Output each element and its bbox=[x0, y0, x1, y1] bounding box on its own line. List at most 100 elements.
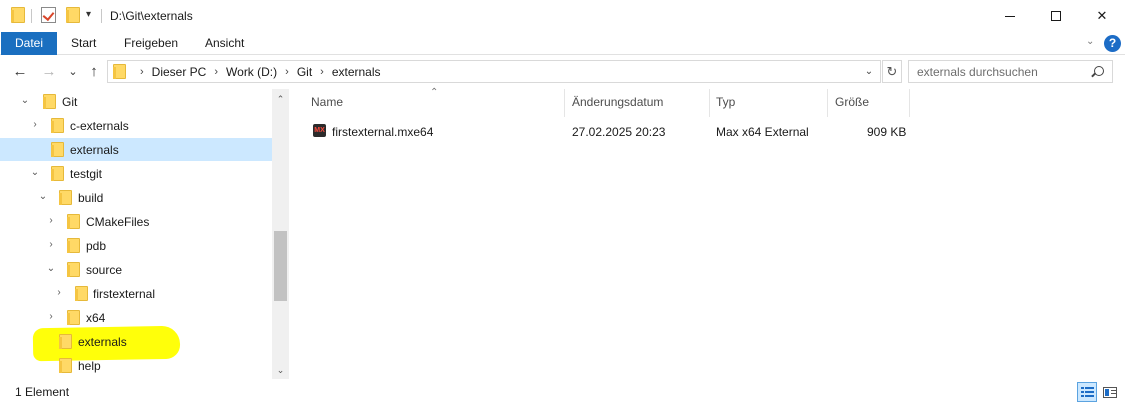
folder-icon bbox=[67, 310, 80, 325]
tree-item-testgit[interactable]: ⌄ testgit bbox=[0, 162, 272, 185]
tree-item-source[interactable]: ⌄ source bbox=[0, 258, 272, 281]
chevron-right-icon: › bbox=[214, 66, 219, 78]
folder-icon bbox=[75, 286, 88, 301]
search-placeholder: externals durchsuchen bbox=[917, 65, 1038, 79]
tree-item-c-externals[interactable]: › c-externals bbox=[0, 114, 272, 137]
breadcrumb-git[interactable]: Git bbox=[297, 65, 312, 79]
tree-item-externals-highlighted[interactable]: externals bbox=[0, 330, 272, 353]
forward-button[interactable]: → bbox=[41, 63, 57, 81]
minimize-icon bbox=[1005, 15, 1015, 17]
folder-icon bbox=[67, 262, 80, 277]
large-icons-view-icon bbox=[1103, 387, 1117, 398]
chevron-down-icon[interactable]: ⌄ bbox=[20, 96, 30, 106]
search-input[interactable]: externals durchsuchen bbox=[908, 60, 1113, 83]
folder-icon bbox=[59, 190, 72, 205]
details-view-button[interactable] bbox=[1077, 382, 1097, 402]
tab-start[interactable]: Start bbox=[57, 32, 110, 55]
column-header-type[interactable]: Typ bbox=[716, 95, 735, 109]
maximize-button[interactable] bbox=[1033, 0, 1079, 32]
details-view-icon bbox=[1081, 387, 1094, 398]
tree-item-label: help bbox=[78, 359, 101, 373]
item-count: 1 Element bbox=[15, 385, 70, 399]
address-bar[interactable]: › Dieser PC › Work (D:) › Git › external… bbox=[107, 60, 881, 83]
column-divider[interactable] bbox=[827, 89, 828, 117]
chevron-right-icon: › bbox=[320, 66, 324, 78]
tab-file[interactable]: Datei bbox=[1, 32, 57, 55]
quick-access-dropdown-icon[interactable]: ▾ bbox=[86, 9, 91, 20]
tree-item-firstexternal[interactable]: › firstexternal bbox=[0, 282, 272, 305]
chevron-down-icon[interactable]: ⌄ bbox=[38, 192, 48, 202]
chevron-right-icon[interactable]: › bbox=[54, 288, 64, 298]
breadcrumb-this-pc[interactable]: Dieser PC bbox=[152, 65, 207, 79]
tree-item-pdb[interactable]: › pdb bbox=[0, 234, 272, 257]
column-divider[interactable] bbox=[709, 89, 710, 117]
breadcrumb-externals[interactable]: externals bbox=[332, 65, 381, 79]
tree-item-label: Git bbox=[62, 95, 78, 109]
tree-item-label: pdb bbox=[86, 239, 107, 253]
close-icon: ✕ bbox=[1096, 8, 1108, 23]
close-button[interactable]: ✕ bbox=[1079, 0, 1125, 32]
chevron-down-icon[interactable]: ⌄ bbox=[46, 264, 56, 274]
mx-icon: MX bbox=[313, 124, 326, 137]
column-header-date[interactable]: Änderungsdatum bbox=[572, 95, 663, 109]
file-name: firstexternal.mxe64 bbox=[332, 125, 434, 139]
folder-icon bbox=[51, 118, 64, 133]
tree-item-label: externals bbox=[70, 143, 119, 157]
address-dropdown-icon[interactable]: ⌄ bbox=[862, 63, 876, 80]
title-bar: ▾ D:\Git\externals ✕ bbox=[0, 0, 1125, 32]
divider bbox=[101, 9, 102, 23]
tree-item-cmakefiles[interactable]: › CMakeFiles bbox=[0, 210, 272, 233]
expand-ribbon-icon[interactable]: ⌄ bbox=[1086, 36, 1096, 47]
chevron-down-icon[interactable]: ⌄ bbox=[30, 168, 40, 178]
search-icon bbox=[1094, 66, 1104, 76]
column-header-size[interactable]: Größe bbox=[835, 95, 869, 109]
breadcrumb: › Dieser PC › Work (D:) › Git › external… bbox=[132, 65, 381, 79]
breadcrumb-work-drive[interactable]: Work (D:) bbox=[226, 65, 277, 79]
window-title: D:\Git\externals bbox=[110, 9, 193, 23]
scrollbar-thumb[interactable] bbox=[274, 231, 287, 301]
minimize-button[interactable] bbox=[987, 0, 1033, 32]
tab-share[interactable]: Freigeben bbox=[110, 32, 192, 55]
status-bar: 1 Element bbox=[0, 379, 1125, 404]
chevron-right-icon: › bbox=[285, 66, 289, 78]
chevron-right-icon[interactable]: › bbox=[46, 240, 56, 250]
tree-item-label: firstexternal bbox=[93, 287, 156, 301]
folder-icon bbox=[59, 334, 72, 349]
tree-item-x64[interactable]: › x64 bbox=[0, 306, 272, 329]
folder-icon bbox=[43, 94, 56, 109]
ribbon-tabs: Datei Start Freigeben Ansicht ⌄ ? bbox=[0, 32, 1125, 55]
tree-item-help[interactable]: help bbox=[0, 354, 272, 377]
large-icons-view-button[interactable] bbox=[1099, 382, 1119, 402]
chevron-right-icon[interactable]: › bbox=[46, 312, 56, 322]
sort-ascending-icon: ⌃ bbox=[430, 87, 439, 98]
tree-item-label: c-externals bbox=[70, 119, 129, 133]
tree-item-externals[interactable]: externals bbox=[0, 138, 272, 161]
tree-item-label: source bbox=[86, 263, 123, 277]
column-header-name[interactable]: Name bbox=[311, 95, 343, 109]
back-button[interactable]: ← bbox=[12, 63, 28, 81]
table-row[interactable]: MX firstexternal.mxe64 27.02.2025 20:23 … bbox=[310, 120, 910, 142]
up-button[interactable]: ↑ bbox=[86, 63, 102, 81]
tree-item-git[interactable]: ⌄ Git bbox=[0, 90, 272, 113]
help-icon[interactable]: ? bbox=[1104, 35, 1121, 52]
refresh-button[interactable]: ↻ bbox=[882, 60, 902, 83]
tree-item-build[interactable]: ⌄ build bbox=[0, 186, 272, 209]
scroll-up-icon[interactable]: ⌃ bbox=[272, 92, 289, 106]
recent-locations-button[interactable]: ⌄ bbox=[65, 63, 81, 81]
properties-check-icon[interactable] bbox=[41, 7, 56, 23]
tree-scrollbar[interactable]: ⌃ ⌄ bbox=[272, 89, 289, 379]
folder-icon bbox=[113, 64, 126, 79]
scroll-down-icon[interactable]: ⌄ bbox=[272, 363, 289, 377]
folder-icon bbox=[59, 358, 72, 373]
folder-icon bbox=[67, 214, 80, 229]
tab-view[interactable]: Ansicht bbox=[191, 32, 258, 55]
chevron-right-icon[interactable]: › bbox=[30, 120, 40, 130]
new-folder-icon[interactable] bbox=[66, 7, 80, 23]
column-divider[interactable] bbox=[564, 89, 565, 117]
tree-item-label: CMakeFiles bbox=[86, 215, 150, 229]
column-divider[interactable] bbox=[909, 89, 910, 117]
navigation-tree: ⌄ Git › c-externals externals ⌄ testgit … bbox=[0, 89, 288, 379]
maximize-icon bbox=[1051, 11, 1061, 21]
folder-icon bbox=[11, 7, 25, 23]
chevron-right-icon[interactable]: › bbox=[46, 216, 56, 226]
